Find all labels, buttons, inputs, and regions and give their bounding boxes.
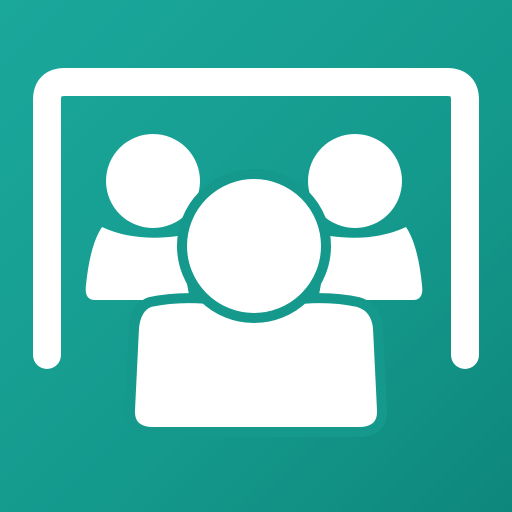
group-meeting-icon (0, 0, 512, 512)
app-icon (0, 0, 512, 512)
